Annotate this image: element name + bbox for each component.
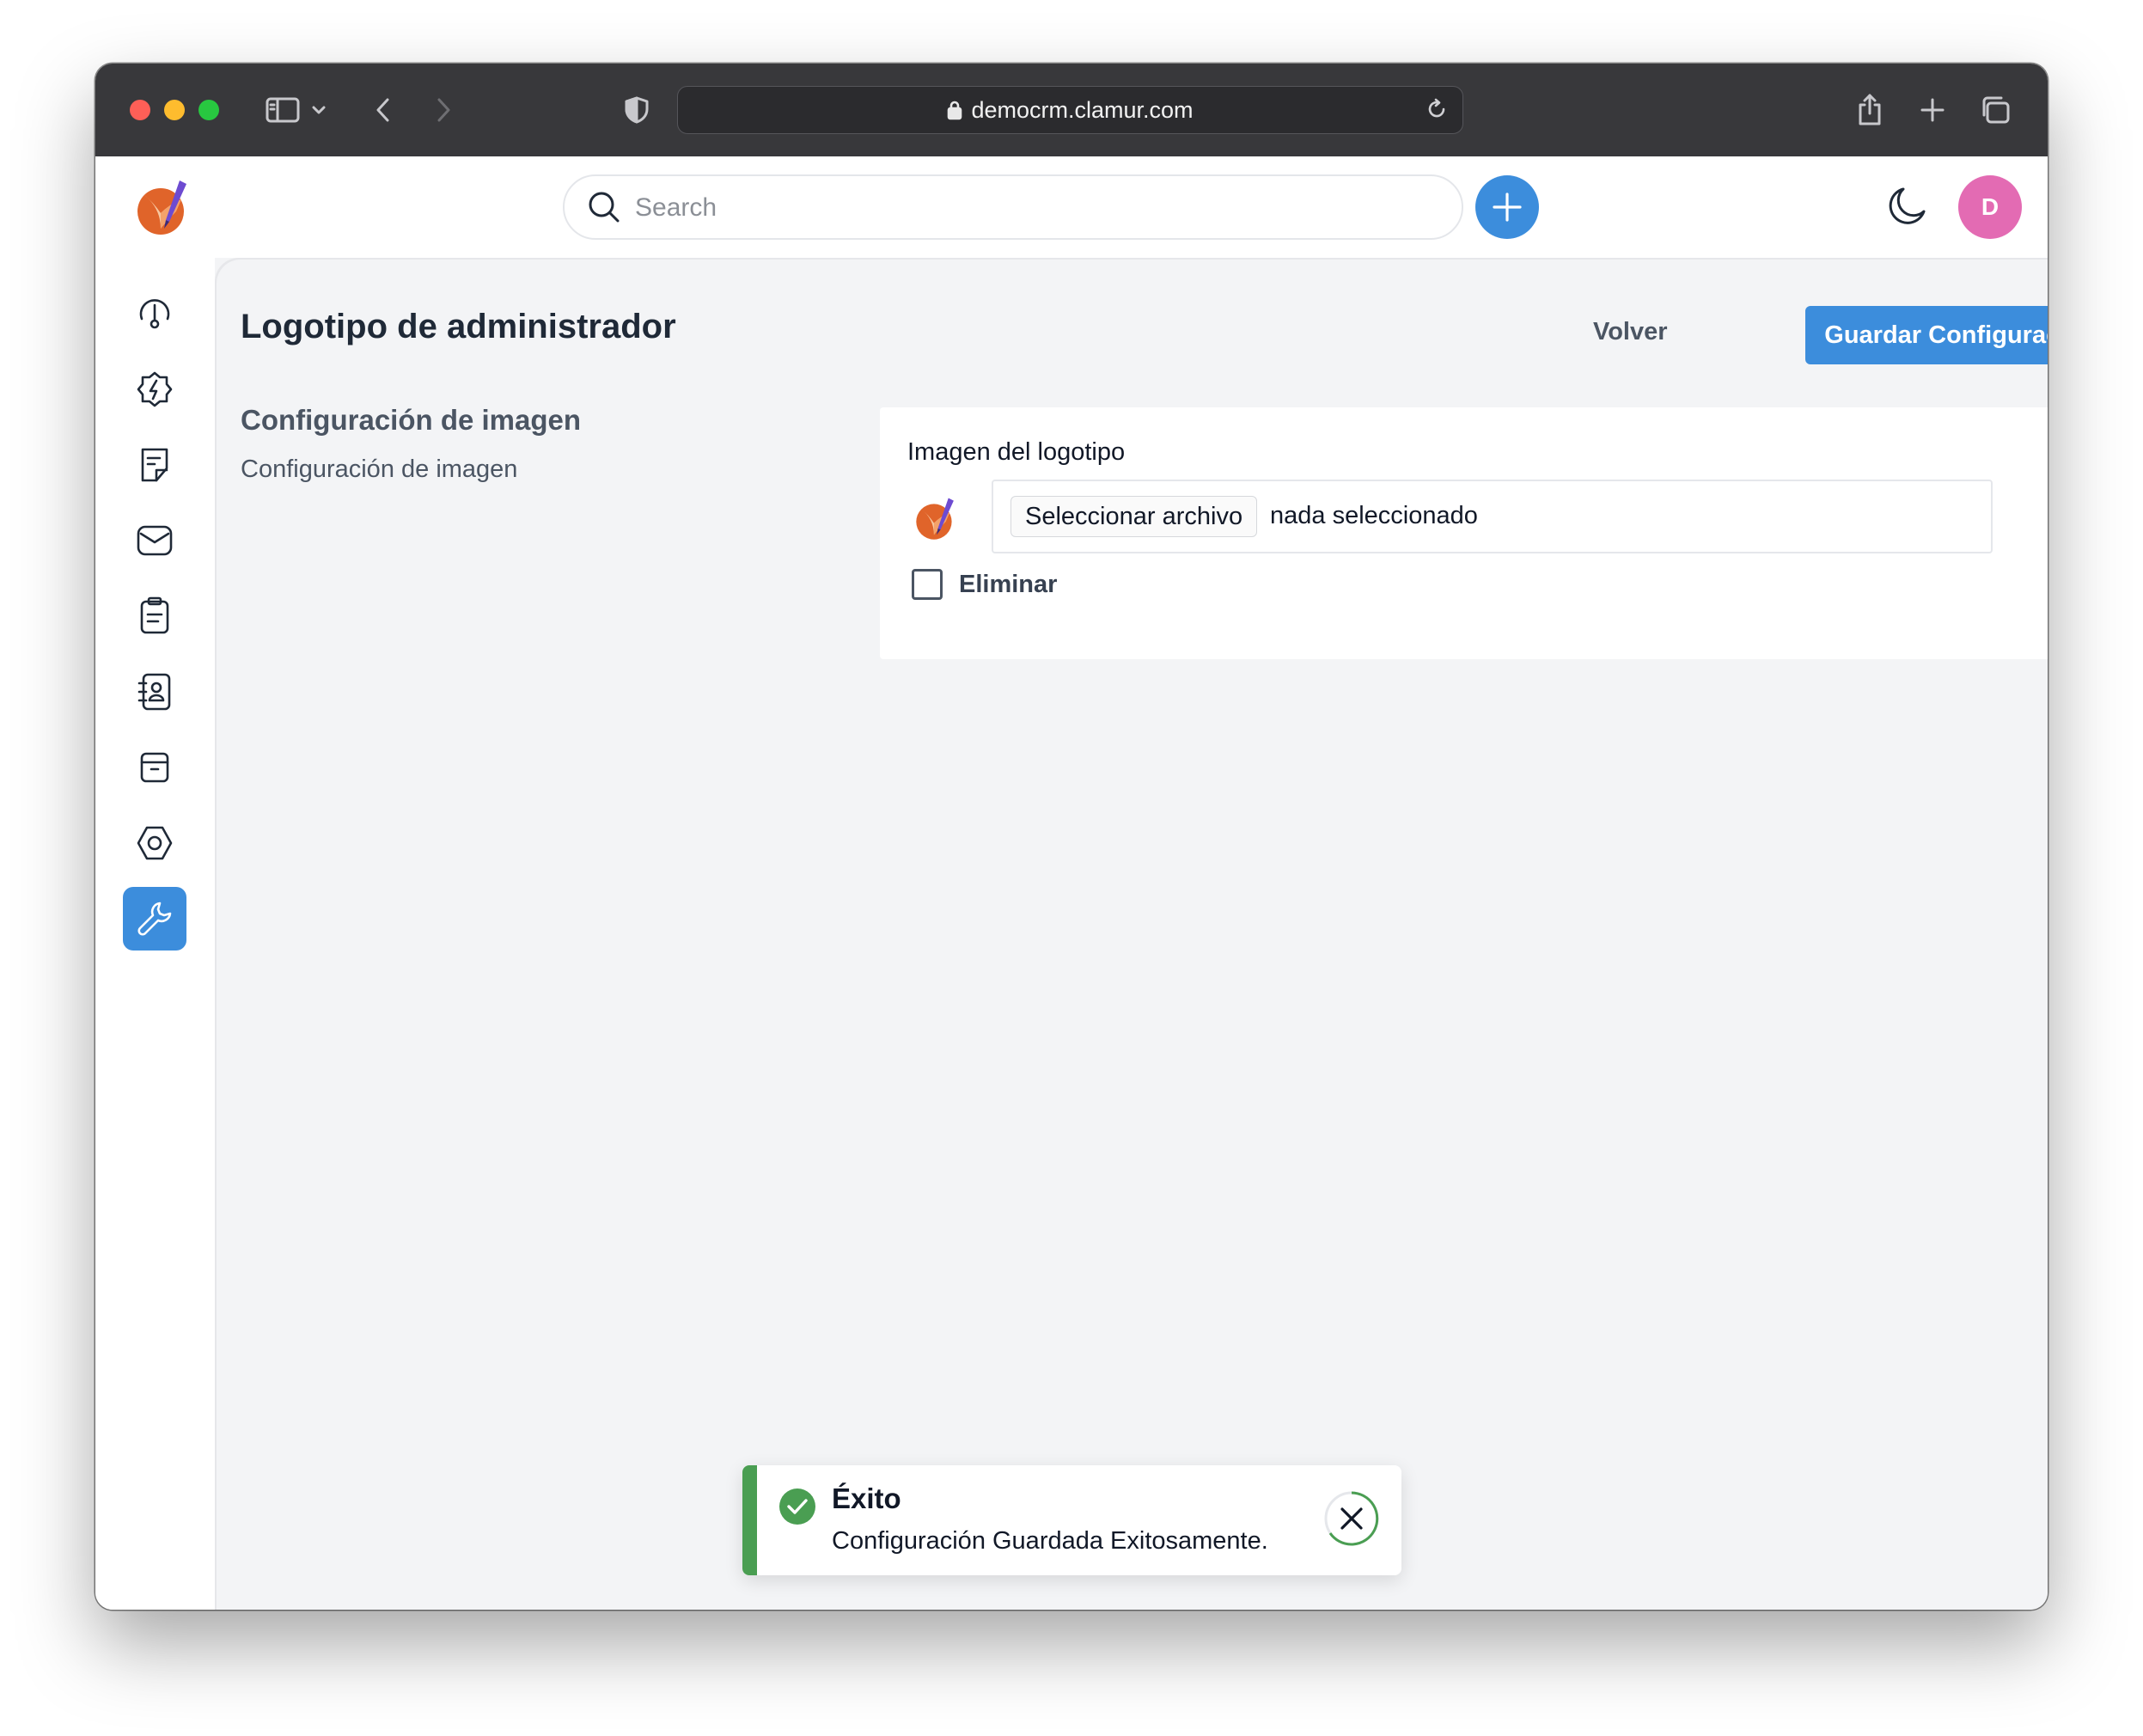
shield-icon[interactable] [621,89,652,131]
app-logo[interactable] [135,179,193,237]
contacts-book-icon [137,673,171,711]
section-subtitle: Configuración de imagen [241,455,518,483]
minimize-window-button[interactable] [164,100,185,120]
delete-label[interactable]: Eliminar [959,571,1057,599]
dark-mode-toggle[interactable] [1884,184,1929,233]
section-title: Configuración de imagen [241,404,582,436]
search-bar[interactable] [563,174,1463,240]
check-circle-icon [778,1488,816,1530]
success-toast: Éxito Configuración Guardada Exitosament… [742,1465,1401,1575]
toast-accent-bar [742,1465,757,1575]
wrench-icon [137,902,172,936]
lock-icon [947,100,962,120]
browser-window: democrm.clamur.com Search D Logotipo de … [95,64,2048,1610]
share-icon[interactable] [1853,89,1887,131]
url-text: democrm.clamur.com [971,96,1194,123]
quick-create-button[interactable] [1475,175,1539,239]
toast-message: Configuración Guardada Exitosamente. [832,1527,1268,1555]
sidebar-item-products[interactable] [123,736,186,799]
sidebar-item-configuration[interactable] [123,887,186,951]
clipboard-icon [140,596,169,634]
back-link[interactable]: Volver [1593,318,1668,346]
address-bar[interactable]: democrm.clamur.com [677,86,1463,134]
back-arrow-icon[interactable] [370,89,396,131]
choose-file-button[interactable]: Seleccionar archivo [1010,496,1258,537]
toast-title: Éxito [832,1482,901,1514]
sidebar-item-tasks[interactable] [123,584,186,648]
zoom-window-button[interactable] [198,100,219,120]
file-input[interactable]: Seleccionar archivo nada seleccionado [992,480,1993,553]
chevron-down-icon[interactable] [308,89,329,131]
search-icon [587,190,621,229]
close-icon [1324,1491,1379,1546]
logo-settings-card: Imagen del logotipo Seleccionar archivo … [880,407,2048,659]
new-tab-icon[interactable] [1915,89,1950,131]
sticky-note-icon [141,448,168,482]
page-title: Logotipo de administrador [241,308,676,345]
activity-bolt-icon [137,371,173,407]
sidebar-item-dashboard[interactable] [123,282,186,345]
plus-icon [1493,193,1522,222]
moon-icon [1889,187,1926,224]
reload-icon[interactable] [1425,97,1449,125]
sidebar [95,258,215,1610]
forward-arrow-icon[interactable] [430,89,456,131]
sidebar-item-settings[interactable] [123,811,186,875]
logo-image-label: Imagen del logotipo [907,438,1126,466]
delete-checkbox[interactable] [912,569,943,600]
user-avatar[interactable]: D [1958,175,2022,239]
sidebar-item-mail[interactable] [123,509,186,572]
current-logo-thumbnail [914,497,959,541]
app-header: D [95,156,2048,258]
sidebar-item-notes[interactable] [123,433,186,497]
file-status: nada seleccionado [1270,502,1478,529]
close-window-button[interactable] [130,100,150,120]
save-configuration-button[interactable]: Guardar Configuración [1805,306,2048,364]
dashboard-gauge-icon [139,299,170,329]
archive-box-icon [140,752,169,783]
main-content: Logotipo de administrador Volver Guardar… [215,258,2048,1610]
settings-hexagon-icon [137,826,173,860]
sidebar-item-contacts[interactable] [123,660,186,724]
search-input[interactable] [633,186,1410,229]
sidebar-toggle-icon[interactable] [264,89,302,131]
browser-toolbar: democrm.clamur.com [95,64,2048,156]
mail-icon [137,525,173,556]
tabs-overview-icon[interactable] [1977,89,2013,131]
sidebar-item-activities[interactable] [123,358,186,421]
toast-close-button[interactable] [1321,1488,1383,1550]
